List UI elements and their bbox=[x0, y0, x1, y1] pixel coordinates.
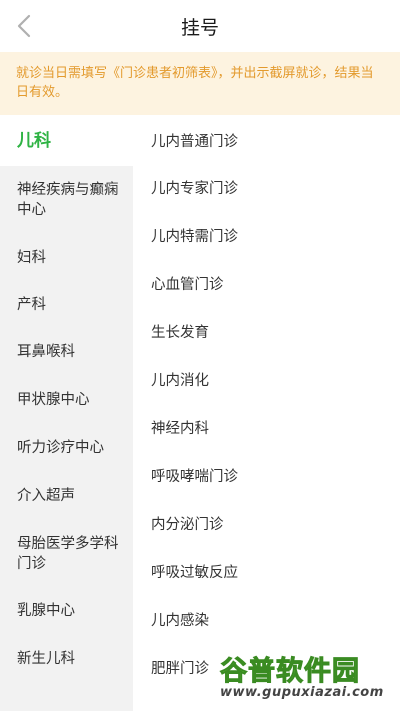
department-sidebar: 儿科 神经疾病与癫痫中心 妇科 产科 耳鼻喉科 甲状腺中心 听力诊疗中心 介入超… bbox=[0, 115, 133, 711]
sidebar-item-pediatrics[interactable]: 儿科 bbox=[0, 115, 133, 166]
nav-bar: 挂号 bbox=[0, 0, 400, 52]
watermark-url: www.gupuxiazai.com bbox=[220, 685, 384, 700]
clinic-item[interactable]: 心血管门诊 bbox=[151, 268, 224, 298]
clinic-item[interactable]: 儿内消化 bbox=[151, 364, 209, 394]
clinic-item[interactable]: 内分泌门诊 bbox=[151, 508, 224, 538]
clinic-item[interactable]: 儿内感染 bbox=[151, 604, 209, 634]
sidebar-item-obstetrics[interactable]: 产科 bbox=[0, 281, 133, 328]
sidebar-item-maternal-fetal[interactable]: 母胎医学多学科门诊 bbox=[0, 520, 133, 587]
clinic-item[interactable]: 神经内科 bbox=[151, 412, 209, 442]
sidebar-item-breast[interactable]: 乳腺中心 bbox=[0, 587, 133, 635]
sidebar-item-neonatology[interactable]: 新生儿科 bbox=[0, 635, 133, 683]
sidebar-item-gynecology[interactable]: 妇科 bbox=[0, 234, 133, 281]
sidebar-item-ent[interactable]: 耳鼻喉科 bbox=[0, 328, 133, 376]
clinic-item[interactable]: 生长发育 bbox=[151, 316, 209, 346]
sidebar-item-neurology-epilepsy[interactable]: 神经疾病与癫痫中心 bbox=[0, 166, 133, 234]
clinic-list: 儿内普通门诊 儿内专家门诊 儿内特需门诊 心血管门诊 生长发育 儿内消化 神经内… bbox=[133, 115, 400, 711]
sidebar-item-thyroid[interactable]: 甲状腺中心 bbox=[0, 376, 133, 424]
chevron-left-icon bbox=[17, 14, 31, 38]
notice-banner: 就诊当日需填写《门诊患者初筛表》，并出示截屏就诊，结果当日有效。 bbox=[0, 52, 400, 115]
page-title: 挂号 bbox=[180, 16, 219, 39]
back-button[interactable] bbox=[8, 10, 40, 42]
clinic-item[interactable]: 儿内普通门诊 bbox=[151, 125, 238, 155]
clinic-item[interactable]: 呼吸过敏反应 bbox=[151, 556, 238, 586]
clinic-item[interactable]: 儿内专家门诊 bbox=[151, 172, 238, 202]
watermark-title: 谷普软件园 bbox=[220, 656, 360, 688]
sidebar-item-audiology[interactable]: 听力诊疗中心 bbox=[0, 424, 133, 472]
site-watermark: 谷普软件园 www.gupuxiazai.com bbox=[214, 649, 396, 707]
clinic-item[interactable]: 肥胖门诊 bbox=[151, 652, 209, 682]
clinic-item[interactable]: 儿内特需门诊 bbox=[151, 220, 238, 250]
clinic-item[interactable]: 呼吸哮喘门诊 bbox=[151, 460, 238, 490]
sidebar-item-interventional-ultrasound[interactable]: 介入超声 bbox=[0, 472, 133, 520]
